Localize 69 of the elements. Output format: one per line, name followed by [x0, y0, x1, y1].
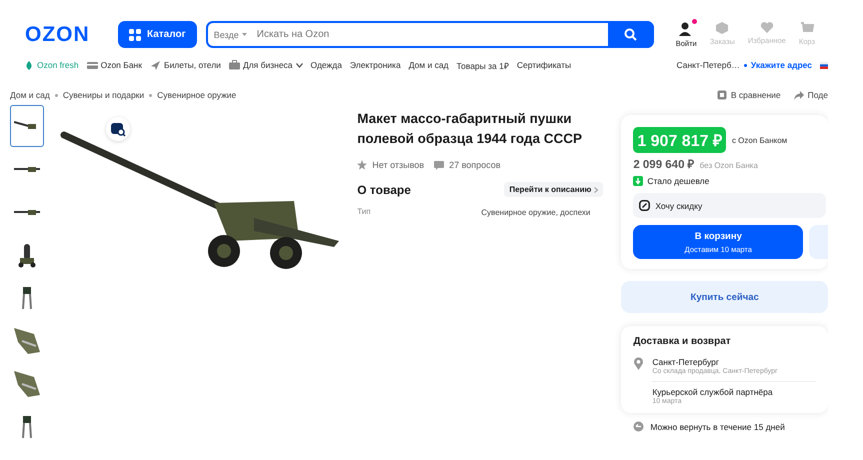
delivery-city: Санкт-Петербург	[652, 357, 720, 367]
cannon-thumbnail-drawing	[14, 207, 40, 217]
delivery-method: Курьерской службой партнёра	[652, 387, 773, 397]
page-action-link[interactable]: Поде	[794, 90, 828, 100]
nav-link[interactable]: Билеты, отели	[150, 60, 221, 70]
briefcase-icon	[228, 60, 240, 70]
share-icon	[794, 90, 804, 100]
tag-icon	[639, 200, 650, 211]
bullet-icon	[149, 94, 152, 96]
nav-link[interactable]: Дом и сад	[408, 60, 449, 70]
search-field[interactable]: Везде Искать на Ozon	[206, 21, 654, 48]
section-title: О товаре	[357, 182, 411, 196]
flag-icon	[820, 62, 828, 68]
chat-icon	[434, 160, 444, 170]
card-icon	[86, 60, 98, 70]
star-icon	[357, 160, 368, 170]
price-drop-icon	[633, 176, 644, 186]
regular-price: 2 099 640 ₽	[633, 158, 695, 171]
page-action-link[interactable]: В сравнение	[716, 90, 781, 100]
bullet-icon	[744, 64, 747, 66]
cannon-thumbnail-drawing	[14, 164, 40, 174]
cannon-thumbnail-drawing	[14, 371, 40, 397]
buy-now-button[interactable]: Купить сейчас	[621, 281, 828, 313]
product-title: Макет массо-габаритный пушки полевой образца 1944 года СССР	[357, 110, 583, 148]
catalog-button[interactable]: Каталог	[118, 21, 197, 48]
nav-link[interactable]: Электроника	[350, 60, 401, 70]
section-title: Доставка и возврат	[633, 336, 732, 347]
spec-value: Сувенирное оружие, доспехи	[481, 207, 592, 219]
breadcrumb-link[interactable]: Сувениры и подарки	[62, 90, 144, 100]
plane-icon	[150, 60, 161, 70]
spec-name: Тип	[357, 207, 372, 218]
leaf-icon	[24, 60, 34, 70]
city-label: Санкт-Петерб…	[676, 60, 740, 70]
return-policy: Можно вернуть в течение 15 дней	[650, 422, 785, 432]
chevron-icon	[594, 186, 598, 192]
ozon-logo[interactable]: OZON	[25, 22, 105, 46]
nav-link[interactable]: Одежда	[310, 60, 342, 70]
notification-dot	[692, 19, 698, 24]
questions-link[interactable]: 27 вопросов	[434, 160, 501, 170]
search-button[interactable]	[608, 21, 654, 48]
compare-icon	[716, 90, 727, 100]
nav-link[interactable]: Для бизнеса	[228, 60, 303, 70]
cart-icon	[800, 21, 814, 35]
box-icon	[715, 21, 730, 35]
breadcrumb-link[interactable]: Сувенирное оружие	[157, 90, 236, 100]
price-drop-label: Стало дешевле	[647, 176, 710, 186]
price-note: с Ozon Банком	[732, 136, 788, 144]
caret-icon	[242, 33, 247, 36]
description-link[interactable]: Перейти к описанию	[504, 182, 604, 197]
caret-icon	[296, 62, 303, 68]
bank-price: 1 907 817 ₽	[633, 127, 726, 153]
address-link[interactable]: Укажите адрес	[750, 60, 812, 70]
nav-link[interactable]: Сертификаты	[516, 60, 572, 70]
heart-icon	[760, 21, 774, 34]
bullet-icon	[54, 94, 58, 96]
search-icon	[624, 28, 638, 41]
grid-icon	[129, 28, 141, 40]
location-pin-icon	[633, 357, 644, 370]
cannon-thumbnail-drawing	[14, 328, 40, 354]
image-search-icon[interactable]	[106, 117, 130, 141]
image-thumbnail[interactable]	[10, 105, 44, 147]
price-note: без Ozon Банка	[700, 161, 758, 170]
nav-link[interactable]: Ozon Банк	[86, 60, 142, 70]
discount-button[interactable]: Хочу скидку	[633, 193, 826, 218]
return-icon	[633, 421, 644, 432]
reviews-link[interactable]: Нет отзывов	[357, 160, 424, 170]
breadcrumb-link[interactable]: Дом и сад	[10, 90, 50, 100]
nav-link[interactable]: Товары за 1₽	[456, 60, 509, 70]
search-scope-dropdown[interactable]: Везде	[208, 30, 253, 40]
